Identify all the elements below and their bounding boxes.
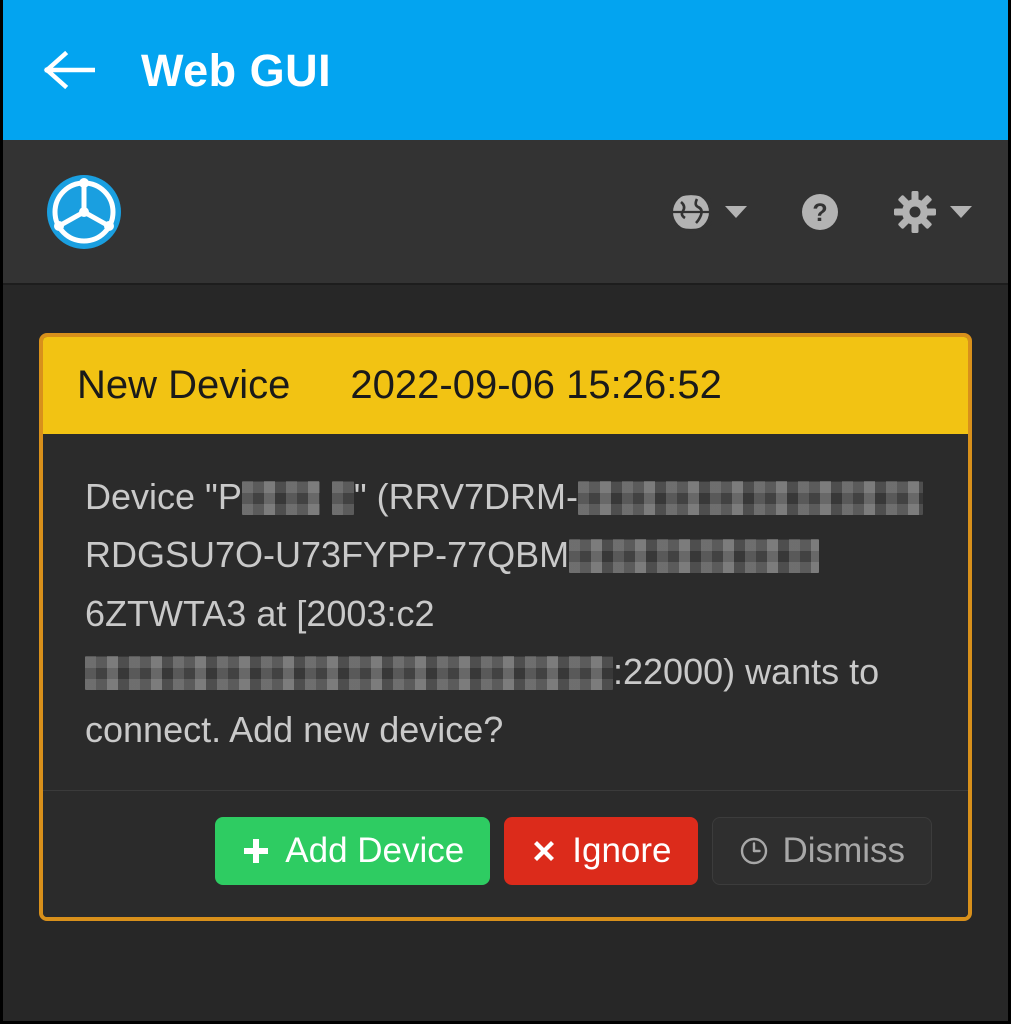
message-line1-mid: " (RRV7DRM- [353, 476, 578, 517]
notification-actions: Add Device Ignore Dismiss [43, 789, 968, 918]
dismiss-label: Dismiss [782, 830, 905, 870]
redacted-device-name [241, 481, 320, 515]
help-button[interactable]: ? [799, 191, 841, 233]
ignore-button[interactable]: Ignore [504, 816, 698, 886]
message-line4-suffix: :22000) [613, 650, 736, 692]
clock-icon [739, 836, 769, 866]
redacted-device-id-part2 [569, 539, 820, 574]
message-line1-prefix: Device "P [85, 476, 242, 517]
panel-heading: New Device 2022-09-06 15:26:52 [43, 337, 968, 434]
add-device-button[interactable]: Add Device [215, 816, 491, 886]
svg-text:?: ? [812, 199, 827, 227]
notification-title: New Device [77, 363, 291, 407]
ignore-label: Ignore [572, 830, 672, 870]
notification-message: Device "P " (RRV7DRM- RDGSU7O-U73FYPP-77Q… [43, 434, 968, 790]
language-dropdown[interactable] [670, 191, 747, 233]
app-root: Web GUI ? New Device 2022-09-06 15:26:52… [0, 0, 1011, 1024]
dismiss-button[interactable]: Dismiss [711, 816, 932, 886]
page-title: Web GUI [141, 44, 332, 96]
message-line3: 6ZTWTA3 at [85, 592, 287, 634]
message-line4-prefix: [2003:c2 [296, 592, 435, 634]
plus-icon [241, 836, 271, 866]
globe-icon [670, 191, 712, 233]
navbar: ? [3, 140, 1008, 285]
syncthing-logo-icon[interactable] [45, 173, 123, 251]
help-question-icon: ? [799, 191, 841, 233]
notification-timestamp: 2022-09-06 15:26:52 [350, 363, 722, 407]
message-line2-prefix: RDGSU7O-U73FYPP-77QBM [85, 534, 570, 576]
redacted-device-name-2 [331, 481, 354, 515]
notification-message-text: Device "P " (RRV7DRM- RDGSU7O-U73FYPP-77Q… [85, 468, 926, 760]
chevron-down-icon [725, 205, 747, 218]
gear-icon [893, 190, 937, 234]
content-area: New Device 2022-09-06 15:26:52 Device "P… [3, 285, 1008, 1021]
navbar-actions: ? [670, 190, 972, 234]
close-icon [530, 837, 558, 865]
action-bar: Web GUI [3, 0, 1008, 140]
new-device-notification-panel: New Device 2022-09-06 15:26:52 Device "P… [39, 333, 972, 922]
redacted-ipv6-address [85, 655, 613, 690]
back-arrow-icon[interactable] [43, 44, 95, 96]
add-device-label: Add Device [285, 830, 465, 870]
settings-dropdown[interactable] [893, 190, 972, 234]
redacted-device-id-part1 [577, 481, 923, 515]
chevron-down-icon [950, 205, 972, 218]
